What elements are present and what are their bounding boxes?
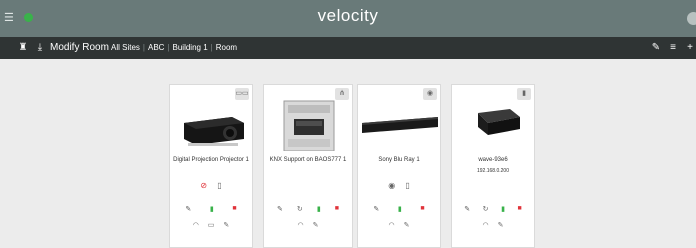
device-card[interactable]: ⋔ KNX Support on BAOS777 1 ✎ ↻ ▮ ■ ◠ ✎ xyxy=(263,84,353,248)
sync-icon[interactable]: ↻ xyxy=(297,205,303,215)
device-name: Sony Blu Ray 1 xyxy=(378,157,420,163)
breadcrumb: All Sites | ABC | Building 1 | Room xyxy=(111,43,237,52)
device-name: wave-93e6 xyxy=(478,157,508,163)
pencil-icon[interactable]: ✎ xyxy=(650,41,662,55)
wifi-icon[interactable]: ◠ xyxy=(298,221,304,231)
wifi-icon[interactable]: ◠ xyxy=(483,221,489,231)
edit-icon[interactable]: ✎ xyxy=(185,205,191,215)
breadcrumb-building[interactable]: Building 1 xyxy=(173,43,208,52)
hidden-eye-icon[interactable]: ⊘ xyxy=(200,181,207,190)
battery-icon[interactable]: ▮ xyxy=(398,205,402,215)
edit-icon[interactable]: ✎ xyxy=(277,205,283,215)
delete-icon[interactable]: ■ xyxy=(232,205,236,215)
battery-icon[interactable]: ▮ xyxy=(501,205,505,215)
device-card[interactable]: ▮ wave-93e6 192.168.0.200 ✎ ↻ ▮ ■ ◠ ✎ xyxy=(451,84,535,248)
wifi-icon[interactable]: ◠ xyxy=(389,221,395,231)
download-icon[interactable]: ⤓ xyxy=(34,41,46,55)
page-title: Modify Room xyxy=(50,42,109,53)
room-toolbar: ♜ ⤓ Modify Room All Sites | ABC | Buildi… xyxy=(0,37,696,59)
projector-image xyxy=(184,117,244,146)
top-bar: ☰ velocity xyxy=(0,0,696,37)
battery-icon[interactable]: ▮ xyxy=(210,205,214,215)
device-ip: 192.168.0.200 xyxy=(477,168,509,174)
breadcrumb-site[interactable]: ABC xyxy=(148,43,164,52)
device-name: KNX Support on BAOS777 1 xyxy=(269,157,347,163)
wrench-icon[interactable]: ✎ xyxy=(223,221,229,231)
knx-module-image xyxy=(283,100,335,151)
delete-icon[interactable]: ■ xyxy=(335,205,339,215)
wrench-icon[interactable]: ✎ xyxy=(313,221,319,231)
device-card[interactable]: ▭▭ Digital Projection Projector 1 ⊘ ▯ ✎ … xyxy=(169,84,253,248)
user-avatar[interactable] xyxy=(687,12,696,25)
monitor-icon[interactable]: ▭ xyxy=(208,221,215,231)
remote-icon[interactable]: ▯ xyxy=(217,181,221,190)
edit-icon[interactable]: ✎ xyxy=(464,205,470,215)
remote-icon[interactable]: ▯ xyxy=(405,181,409,190)
delete-icon[interactable]: ■ xyxy=(420,205,424,215)
breadcrumb-separator: | xyxy=(142,43,145,52)
wifi-icon[interactable]: ◠ xyxy=(193,221,199,231)
device-card[interactable]: ◉ Sony Blu Ray 1 ◉ ▯ ✎ ▮ ■ ◠ ✎ xyxy=(357,84,441,248)
app-logo: velocity xyxy=(317,6,379,25)
eye-icon[interactable]: ◉ xyxy=(388,181,395,190)
delete-icon[interactable]: ■ xyxy=(517,205,521,215)
settings-sliders-icon[interactable]: ≡ xyxy=(667,41,679,55)
battery-icon[interactable]: ▮ xyxy=(317,205,321,215)
bluray-player-image xyxy=(362,117,438,133)
room-icon: ♜ xyxy=(18,42,28,53)
breadcrumb-separator: | xyxy=(167,43,170,52)
device-name: Digital Projection Projector 1 xyxy=(173,157,249,163)
add-icon[interactable]: + xyxy=(684,41,696,55)
sync-icon[interactable]: ↻ xyxy=(483,205,489,215)
edit-icon[interactable]: ✎ xyxy=(373,205,379,215)
breadcrumb-separator: | xyxy=(210,43,213,52)
wrench-icon[interactable]: ✎ xyxy=(498,221,504,231)
breadcrumb-all-sites[interactable]: All Sites xyxy=(111,43,140,52)
wrench-icon[interactable]: ✎ xyxy=(404,221,410,231)
wave-device-image xyxy=(478,109,520,135)
breadcrumb-room[interactable]: Room xyxy=(216,43,237,52)
